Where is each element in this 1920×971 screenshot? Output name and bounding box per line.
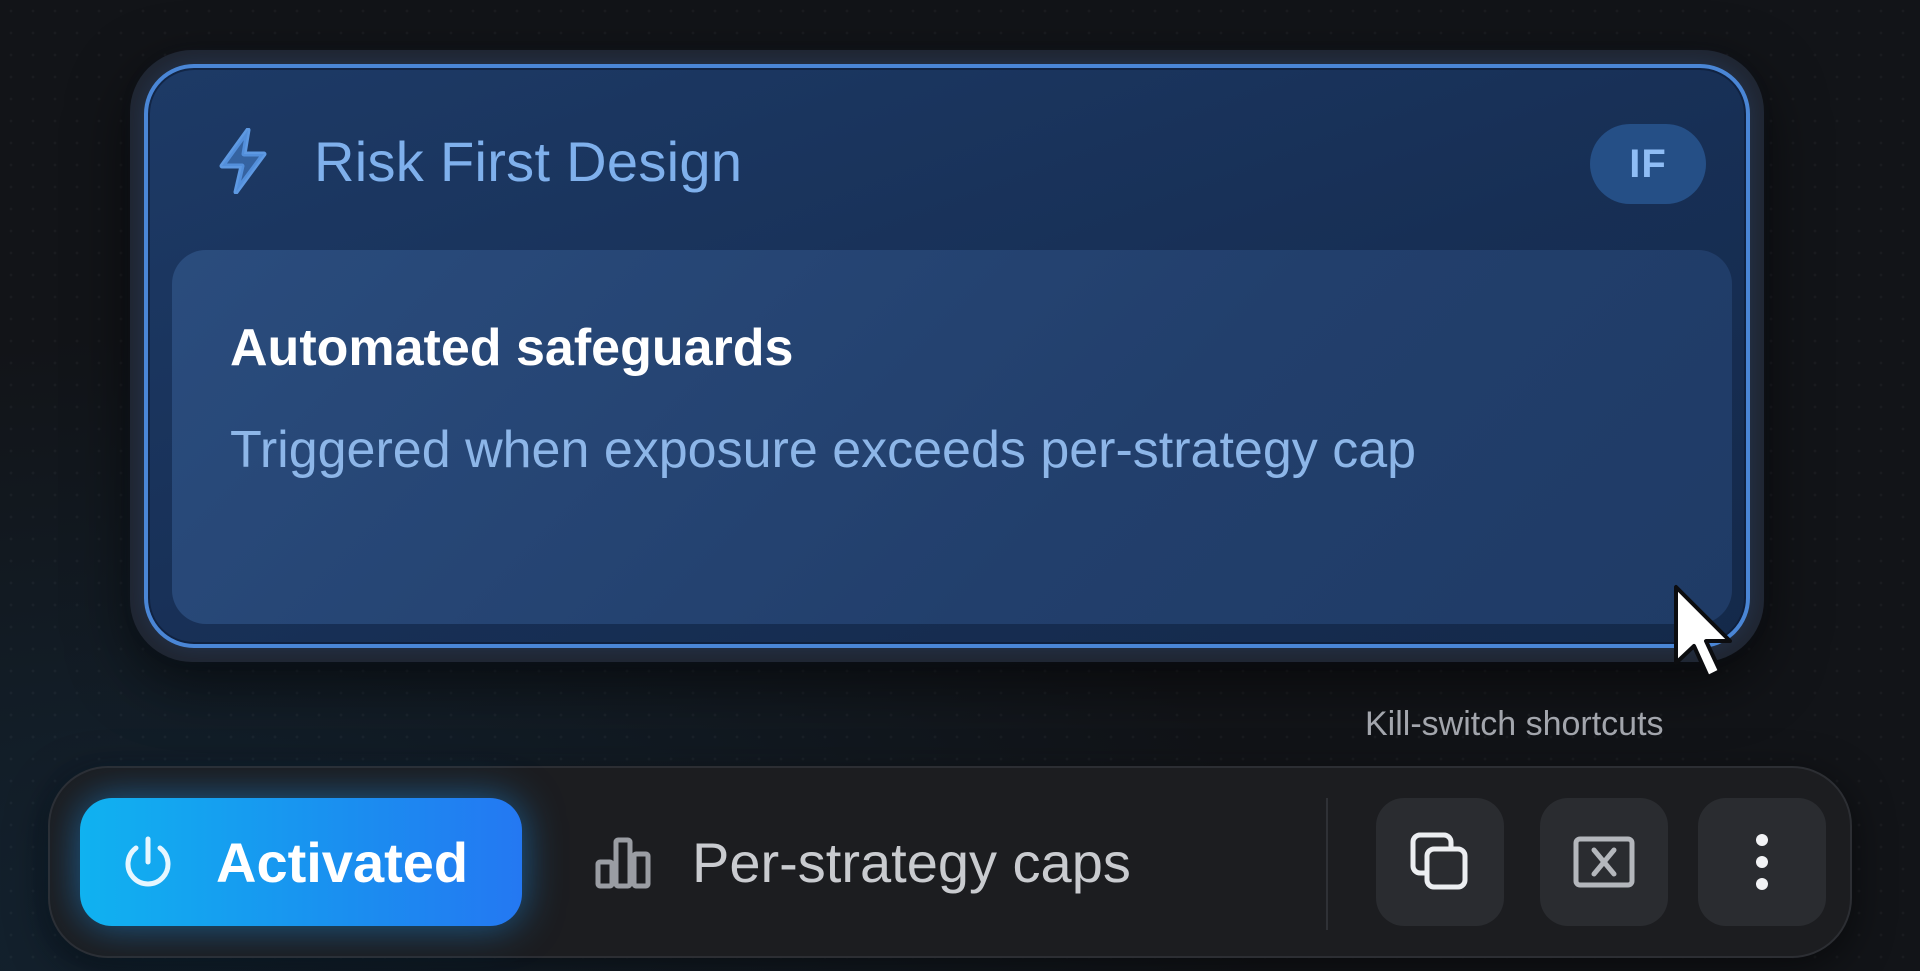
more-vertical-icon xyxy=(1756,834,1768,890)
bottom-toolbar: Activated Per-strategy caps xyxy=(48,766,1852,958)
bar-chart-icon xyxy=(595,837,651,889)
toolbar-divider xyxy=(1326,798,1328,930)
power-icon xyxy=(125,836,171,887)
activated-label: Activated xyxy=(216,830,469,894)
copy-icon xyxy=(1410,832,1468,890)
if-badge[interactable]: IF xyxy=(1590,124,1706,204)
per-strategy-caps-button[interactable]: Per-strategy caps xyxy=(594,798,1131,926)
card-header: Risk First Design xyxy=(216,128,742,194)
panel-heading: Automated safeguards xyxy=(230,319,794,377)
activated-toggle-button[interactable]: Activated xyxy=(80,798,522,926)
kill-switch-hint: Kill-switch shortcuts xyxy=(1365,705,1664,743)
close-button[interactable] xyxy=(1540,798,1668,926)
per-strategy-caps-label: Per-strategy caps xyxy=(692,830,1131,894)
mouse-cursor-icon xyxy=(1674,585,1732,679)
safeguards-panel: Automated safeguards Triggered when expo… xyxy=(172,250,1732,624)
risk-card[interactable]: Risk First Design IF Automated safeguard… xyxy=(144,64,1750,648)
panel-description: Triggered when exposure exceeds per-stra… xyxy=(230,421,1417,479)
card-title: Risk First Design xyxy=(314,129,743,193)
close-box-icon xyxy=(1573,836,1635,888)
more-options-button[interactable] xyxy=(1698,798,1826,926)
lightning-bolt-icon xyxy=(219,128,267,194)
copy-button[interactable] xyxy=(1376,798,1504,926)
